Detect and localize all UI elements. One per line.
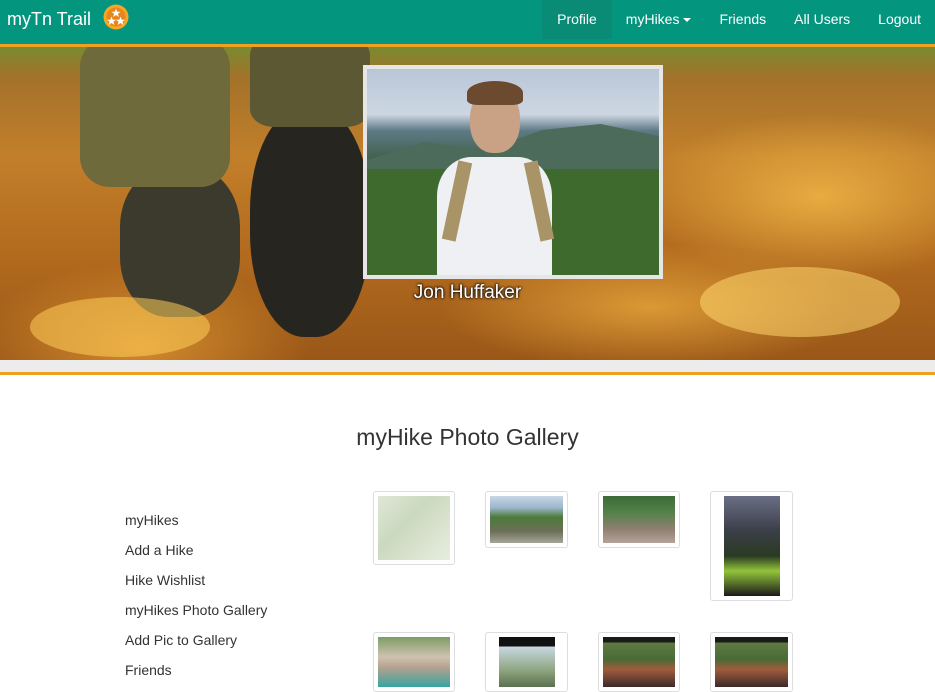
gallery-thumbnail-bridge[interactable] <box>485 491 568 548</box>
hiker-leg-left <box>80 47 230 187</box>
group-photo <box>603 637 675 687</box>
side-menu-hike-wishlist[interactable]: Hike Wishlist <box>125 571 267 601</box>
nav-friends[interactable]: Friends <box>705 0 780 39</box>
boardwalk-photo <box>603 496 675 543</box>
tennessee-tristar-icon[interactable] <box>103 4 129 30</box>
couple-photo <box>723 496 780 596</box>
gallery-thumbnail-tree[interactable] <box>485 632 568 692</box>
top-navbar: myTn Trail Profile myHikes Friends All U… <box>0 0 935 47</box>
hero-divider <box>0 360 935 375</box>
person-hair <box>467 81 523 105</box>
side-menu-add-pic[interactable]: Add Pic to Gallery <box>125 631 267 661</box>
profile-photo <box>363 65 663 279</box>
nav-menu: Profile myHikes Friends All Users Logout <box>542 0 935 44</box>
gallery-thumbnail-group-2[interactable] <box>710 632 793 692</box>
side-menu-add-hike[interactable]: Add a Hike <box>125 541 267 571</box>
nav-myhikes-dropdown[interactable]: myHikes <box>612 0 706 39</box>
nav-all-users[interactable]: All Users <box>780 0 864 39</box>
nav-logout[interactable]: Logout <box>864 0 935 39</box>
side-menu-myhikes[interactable]: myHikes <box>125 511 267 541</box>
side-menu-friends[interactable]: Friends <box>125 661 267 691</box>
trail-map-image <box>378 496 450 560</box>
nav-myhikes-label: myHikes <box>625 11 680 27</box>
side-menu: myHikes Add a Hike Hike Wishlist myHikes… <box>125 511 267 691</box>
gallery-title: myHike Photo Gallery <box>356 424 579 450</box>
nav-profile[interactable]: Profile <box>542 0 612 39</box>
brand-link[interactable]: myTn Trail <box>7 9 91 30</box>
caret-down-icon <box>683 18 692 23</box>
hiker-leg-right <box>250 47 370 127</box>
profile-name: Jon Huffaker <box>413 282 522 303</box>
hiker-stream-photo <box>378 637 450 687</box>
tree-photo <box>498 637 555 687</box>
leaf-cluster <box>30 297 210 357</box>
gallery-thumbnail-group-1[interactable] <box>598 632 680 692</box>
group-photo <box>715 637 788 687</box>
gallery-thumbnail-map[interactable] <box>373 491 455 565</box>
side-menu-photo-gallery[interactable]: myHikes Photo Gallery <box>125 601 267 631</box>
bridge-photo <box>490 496 563 543</box>
gallery-thumbnail-boardwalk[interactable] <box>598 491 680 548</box>
gallery-thumbnail-couple[interactable] <box>710 491 793 601</box>
gallery-thumbnail-hiker-stream[interactable] <box>373 632 455 692</box>
profile-hero-banner: Jon Huffaker <box>0 47 935 360</box>
